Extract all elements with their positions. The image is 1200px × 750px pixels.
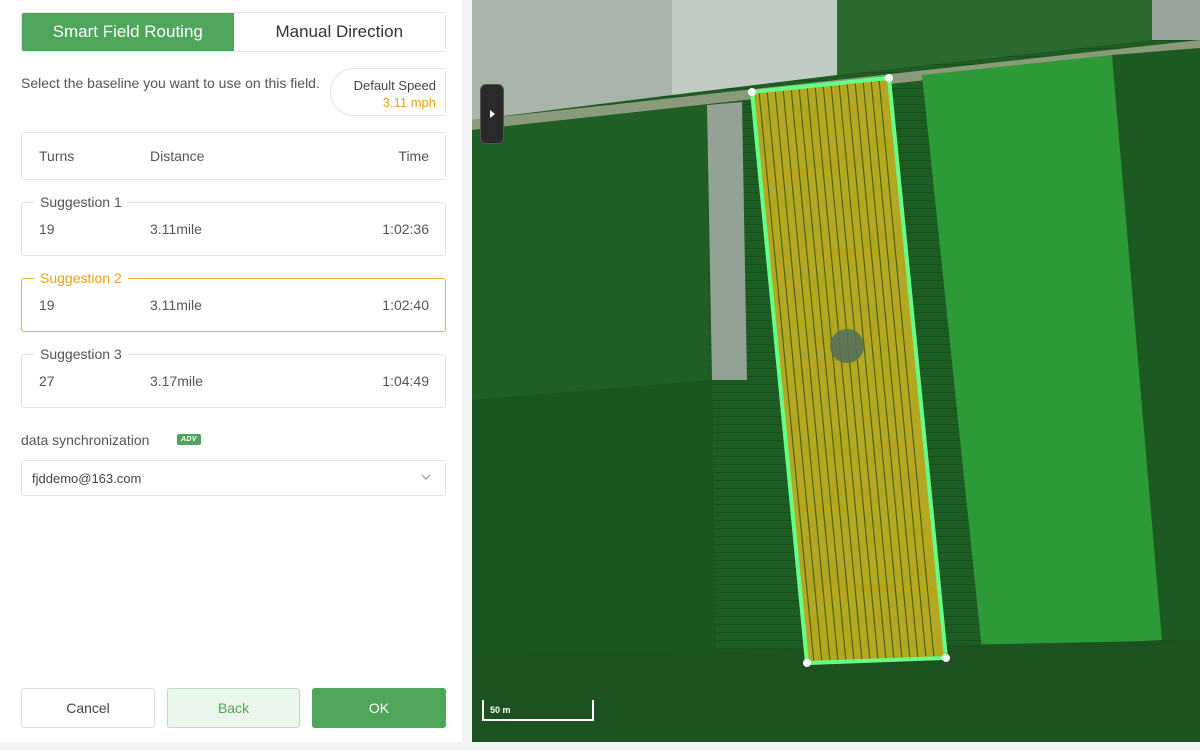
suggestion-distance: 3.17mile — [150, 373, 203, 389]
chevron-right-icon — [489, 110, 495, 118]
satellite-map[interactable]: 50 m — [472, 0, 1200, 742]
baseline-prompt: Select the baseline you want to use on t… — [21, 75, 320, 91]
suggestion-title: Suggestion 3 — [34, 345, 128, 363]
routing-mode-tabs: Smart Field Routing Manual Direction — [21, 12, 446, 52]
ok-button[interactable]: OK — [312, 688, 446, 728]
default-speed-box[interactable]: Default Speed 3.11 mph — [330, 68, 446, 116]
cancel-button[interactable]: Cancel — [21, 688, 155, 728]
suggestion-turns: 19 — [39, 297, 55, 313]
suggestion-time: 1:02:40 — [382, 297, 429, 313]
sync-account-value: fjddemo@163.com — [32, 470, 142, 486]
suggestion-distance: 3.11mile — [150, 297, 202, 313]
back-button[interactable]: Back — [167, 688, 300, 728]
suggestion-time: 1:04:49 — [382, 373, 429, 389]
panel-toggle-button[interactable] — [480, 84, 504, 144]
map-scale-label: 50 m — [490, 705, 511, 715]
suggestion-title: Suggestion 1 — [34, 193, 128, 211]
adv-badge: ADV — [177, 434, 201, 445]
default-speed-label: Default Speed — [353, 78, 436, 93]
header-time: Time — [398, 148, 429, 164]
suggestions-table-header: Turns Distance Time — [21, 132, 446, 180]
suggestion-2[interactable]: Suggestion 2 19 3.11mile 1:02:40 — [21, 269, 446, 332]
suggestion-3[interactable]: Suggestion 3 27 3.17mile 1:04:49 — [21, 345, 446, 408]
chevron-down-icon — [421, 474, 431, 480]
suggestion-1[interactable]: Suggestion 1 19 3.11mile 1:02:36 — [21, 193, 446, 256]
suggestion-turns: 19 — [39, 221, 55, 237]
data-sync-label: data synchronization — [21, 432, 150, 448]
map-scale-bar: 50 m — [482, 700, 594, 721]
tab-manual-direction[interactable]: Manual Direction — [233, 13, 445, 51]
suggestion-time: 1:02:36 — [382, 221, 429, 237]
map-imagery — [472, 0, 1200, 742]
default-speed-value: 3.11 mph — [382, 95, 436, 110]
suggestion-distance: 3.11mile — [150, 221, 202, 237]
sync-account-select[interactable]: fjddemo@163.com — [21, 460, 446, 496]
routing-panel: Smart Field Routing Manual Direction Sel… — [0, 0, 462, 742]
tab-smart-field-routing[interactable]: Smart Field Routing — [22, 13, 234, 51]
suggestion-turns: 27 — [39, 373, 55, 389]
header-turns: Turns — [39, 148, 75, 164]
header-distance: Distance — [150, 148, 205, 164]
suggestion-title: Suggestion 2 — [34, 269, 128, 287]
